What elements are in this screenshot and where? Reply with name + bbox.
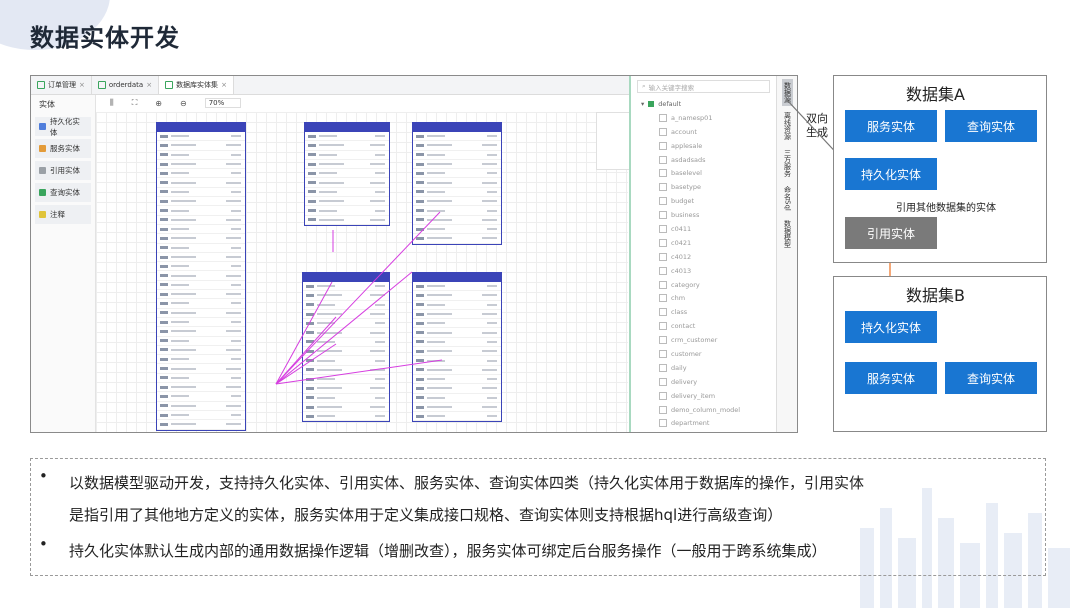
ds-a-service-entity: 服务实体 xyxy=(845,110,937,142)
ds-b-persistent-entity: 持久化实体 xyxy=(845,311,937,343)
ds-a-reference-entity: 引用实体 xyxy=(845,217,937,249)
ds-b-service-entity: 服务实体 xyxy=(845,362,937,394)
dataset-b-title: 数据集B xyxy=(906,286,965,305)
dataset-a-title: 数据集A xyxy=(906,85,965,104)
bullet-dot: • xyxy=(39,535,48,553)
bullet-1-line-1: 以数据模型驱动开发，支持持久化实体、引用实体、服务实体、查询实体四类（持久化实体… xyxy=(69,474,865,492)
ds-a-query-entity: 查询实体 xyxy=(945,110,1037,142)
ds-a-persistent-entity: 持久化实体 xyxy=(845,158,937,190)
bullet-1-line-2: 是指引用了其他地方定义的实体，服务实体用于定义集成接口规格、查询实体则支持根据h… xyxy=(69,506,783,524)
dataset-a: 数据集A 服务实体 查询实体 持久化实体 引用其他数据集的实体 引用实体 xyxy=(833,75,1047,263)
ds-b-query-entity: 查询实体 xyxy=(945,362,1037,394)
bullet-box: • 以数据模型驱动开发，支持持久化实体、引用实体、服务实体、查询实体四类（持久化… xyxy=(30,458,1046,576)
bullet-2: 持久化实体默认生成内部的通用数据操作逻辑（增删改查），服务实体可绑定后台服务操作… xyxy=(69,542,827,560)
reference-note: 引用其他数据集的实体 xyxy=(896,203,996,214)
dataset-b: 数据集B 持久化实体 服务实体 查询实体 xyxy=(833,276,1047,432)
bullet-dot: • xyxy=(39,467,48,485)
